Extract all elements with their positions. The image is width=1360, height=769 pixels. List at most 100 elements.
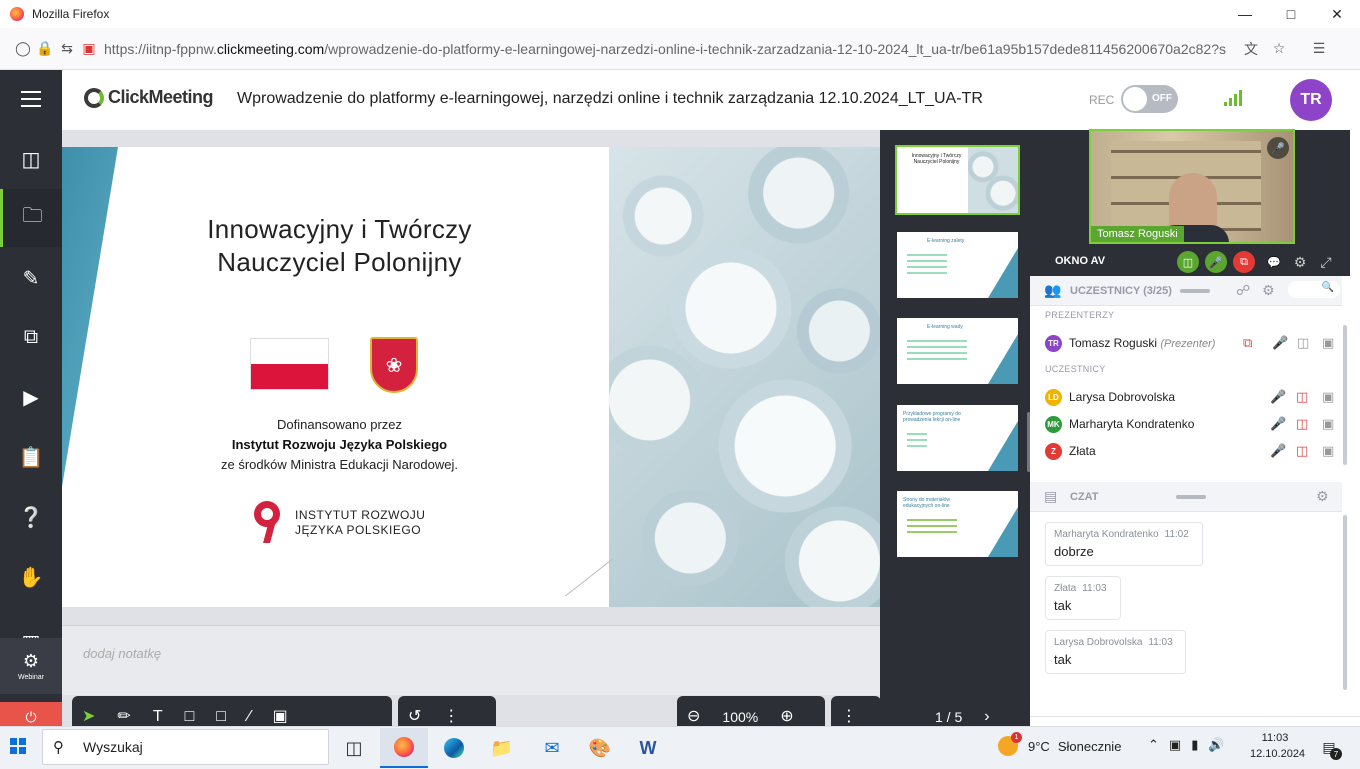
notes-area[interactable]: dodaj notatkę [62,625,880,695]
chat-bubble-icon[interactable]: 💬 [1263,251,1285,273]
chat-settings-icon[interactable]: ⚙ [1316,488,1329,505]
monitor-icon[interactable]: ▣ [1322,416,1334,432]
slide-thumbnail-5[interactable]: Strony do materiałów edukacyjnych on-lin… [895,489,1020,559]
chat-drag-handle[interactable] [1176,495,1206,499]
weather-widget[interactable]: 1 9°C Słonecznie [998,732,1121,756]
participant-row[interactable]: TR Tomasz Roguski (Prezenter) ⧉ 🎤 ◫ ▣ [1045,331,1340,355]
text-tool-icon[interactable]: T [153,696,163,726]
task-view-icon[interactable]: ◫ [330,728,378,768]
sidebar-item-polls[interactable]: 📋 [0,428,62,486]
chat-input-area[interactable] [1030,716,1360,726]
slide-thumbnail-3[interactable]: E-learning wady [895,316,1020,386]
chat-header: ▤ CZAT ⚙ [1030,482,1342,512]
maximize-button[interactable]: □ [1268,0,1314,28]
sidebar-item-screen-share[interactable]: ⧉ [0,308,62,366]
screen-share-off-icon[interactable]: ⧉ [1243,335,1252,351]
undo-icon[interactable]: ↺ [408,696,421,726]
participants-drag-handle[interactable] [1180,289,1210,293]
pen-tool-icon[interactable]: ✏ [117,696,130,726]
sidebar-item-files[interactable]: 🗀 [0,189,62,247]
mic-toggle-icon[interactable]: 🎤 [1205,251,1227,273]
mic-off-icon[interactable]: 🎤 [1270,389,1286,405]
slide-thumbnail-4[interactable]: Przykładowe programy do prowadzenia lekc… [895,403,1020,473]
url-text[interactable]: https://iitnp-fppnw.clickmeeting.com/wpr… [104,41,1234,57]
menu-icon[interactable]: ☰ [1308,38,1330,60]
participant-row[interactable]: Z Złata 🎤 ◫ ▣ [1045,439,1340,463]
participants-search[interactable]: 🔍 [1288,281,1340,298]
video-presenter-name: Tomasz Roguski [1091,226,1184,242]
mic-off-icon[interactable]: 🎤 [1270,443,1286,459]
translate-icon[interactable]: 文 [1240,38,1262,60]
mic-off-icon[interactable]: 🎤 [1270,416,1286,432]
connection-signal-icon[interactable] [1224,88,1244,106]
recording-toggle[interactable]: OFF [1121,85,1178,113]
taskbar-clock[interactable]: 11:03 12.10.2024 [1250,730,1305,762]
sidebar-item-whiteboard[interactable]: ✎ [0,249,62,307]
zoom-level: 100% [722,709,759,725]
firefox-taskbar-icon[interactable] [380,728,428,768]
video-camera-icon[interactable]: ◫ [1297,335,1309,351]
address-bar[interactable]: ◯ 🔒 ⇆ ▣ https://iitnp-fppnw.clickmeeting… [0,28,1360,70]
paint-icon[interactable]: 🎨 [576,728,624,768]
chevron-up-icon[interactable]: ⌃ [1148,737,1159,753]
file-explorer-icon[interactable]: 📁 [478,728,526,768]
participant-row[interactable]: MK Marharyta Kondratenko 🎤 ◫ ▣ [1045,412,1340,436]
sidebar-item-raise-hand[interactable]: ✋ [0,548,62,606]
slide-options-icon[interactable]: ⋮ [841,696,857,726]
camera-off-icon[interactable]: ◫ [1296,416,1308,432]
sidebar-item-qa[interactable]: ❔ [0,488,62,546]
line-tool-icon[interactable]: ∕ [248,696,251,726]
camera-sharing-icon[interactable]: ▣ [78,38,100,60]
participants-settings-icon[interactable]: ⚙ [1262,282,1275,299]
minimize-button[interactable]: — [1222,0,1268,28]
sidebar-item-media[interactable]: ▶ [0,368,62,426]
add-participant-icon[interactable]: ☍ [1236,282,1250,299]
edge-taskbar-icon[interactable] [430,728,478,768]
windows-start-icon[interactable] [10,738,26,754]
pointer-tool-icon[interactable]: ➤ [82,696,95,726]
sidebar-item-webinar[interactable]: ⚙ Webinar [0,638,62,694]
monitor-icon[interactable]: ▣ [1322,335,1334,351]
rec-label: REC [1089,93,1115,107]
star-icon[interactable]: ☆ [1268,38,1290,60]
mail-icon[interactable]: ✉ [528,728,576,768]
camera-toggle-icon[interactable]: ◫ [1177,251,1199,273]
zoom-out-icon[interactable]: ⊖ [687,696,700,726]
hamburger-menu-button[interactable] [0,70,62,128]
presenter-video[interactable]: Tomasz Roguski 🎤 [1089,129,1295,244]
rectangle-tool-icon[interactable]: □ [185,696,195,726]
meet-now-icon[interactable]: ▣ [1169,737,1181,753]
chat-scrollbar[interactable] [1343,515,1347,690]
more-options-icon[interactable]: ⋮ [443,696,459,726]
monitor-icon[interactable]: ▣ [1322,389,1334,405]
image-tool-icon[interactable]: ▣ [273,696,288,726]
leave-meeting-button[interactable]: ⏻ [0,702,62,726]
sidebar-item-video[interactable]: ◫ [0,130,62,188]
screen-share-off-icon[interactable]: ⧉ [1233,251,1255,273]
camera-off-icon[interactable]: ◫ [1296,443,1308,459]
av-settings-icon[interactable]: ⚙ [1289,251,1311,273]
permissions-icon[interactable]: ⇆ [56,38,78,60]
shield-icon[interactable]: ◯ [12,38,34,60]
next-page-icon[interactable]: › [984,696,989,726]
lock-icon[interactable]: 🔒 [34,38,56,60]
battery-icon[interactable]: ▮ [1191,737,1198,753]
user-avatar[interactable]: TR [1290,79,1332,121]
popout-icon[interactable]: ⤢ [1315,251,1337,273]
camera-off-icon[interactable]: ◫ [1296,389,1308,405]
slide-thumbnail-1[interactable]: Innowacyjny i Twórczy Nauczyciel Polonij… [895,145,1020,215]
shape-tool-icon[interactable]: □ [216,696,226,726]
chat-icon: ▤ [1044,488,1058,504]
drawing-toolbar: ➤ ✏ T □ □ ∕ ▣ [72,696,392,726]
slide-thumbnail-2[interactable]: E-learning zalety [895,230,1020,300]
volume-icon[interactable]: 🔊 [1208,737,1224,753]
participant-row[interactable]: LD Larysa Dobrovolska 🎤 ◫ ▣ [1045,385,1340,409]
notifications-icon[interactable]: ▤ 7 [1318,736,1342,760]
microphone-icon[interactable]: 🎤 [1272,335,1288,351]
participants-scrollbar[interactable] [1343,325,1347,465]
zoom-in-icon[interactable]: ⊕ [780,696,793,726]
word-icon[interactable]: W [624,728,672,768]
taskbar-search[interactable]: ⚲ Wyszukaj [42,729,329,765]
close-window-button[interactable]: ✕ [1314,0,1360,28]
monitor-icon[interactable]: ▣ [1322,443,1334,459]
